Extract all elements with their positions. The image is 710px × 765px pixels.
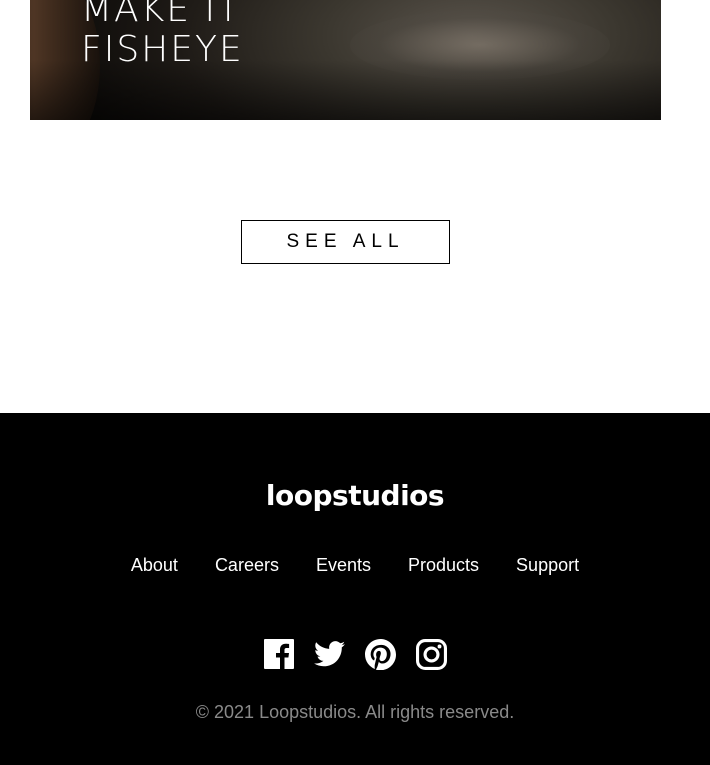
twitter-icon[interactable] — [314, 638, 345, 670]
footer-nav-careers[interactable]: Careers — [215, 554, 279, 576]
pinterest-icon[interactable] — [365, 638, 396, 670]
footer: loopstudios About Careers Events Product… — [0, 413, 710, 765]
see-all-button[interactable]: SEE ALL — [241, 220, 450, 264]
instagram-icon[interactable] — [416, 638, 447, 670]
page: MAKE IT FISHEYE SEE ALL loopstudios Abou… — [0, 0, 710, 765]
footer-nav-support[interactable]: Support — [516, 554, 579, 576]
social-links — [0, 638, 710, 670]
card-title: MAKE IT FISHEYE — [81, 0, 244, 70]
creation-card-make-it-fisheye[interactable]: MAKE IT FISHEYE — [30, 0, 661, 120]
copyright-text: © 2021 Loopstudios. All rights reserved. — [195, 702, 515, 722]
footer-nav-events[interactable]: Events — [316, 554, 371, 576]
footer-nav: About Careers Events Products Support — [0, 554, 710, 576]
footer-nav-about[interactable]: About — [131, 554, 178, 576]
footer-logo[interactable]: loopstudios — [0, 479, 710, 512]
facebook-icon[interactable] — [263, 638, 294, 670]
footer-nav-products[interactable]: Products — [408, 554, 479, 576]
